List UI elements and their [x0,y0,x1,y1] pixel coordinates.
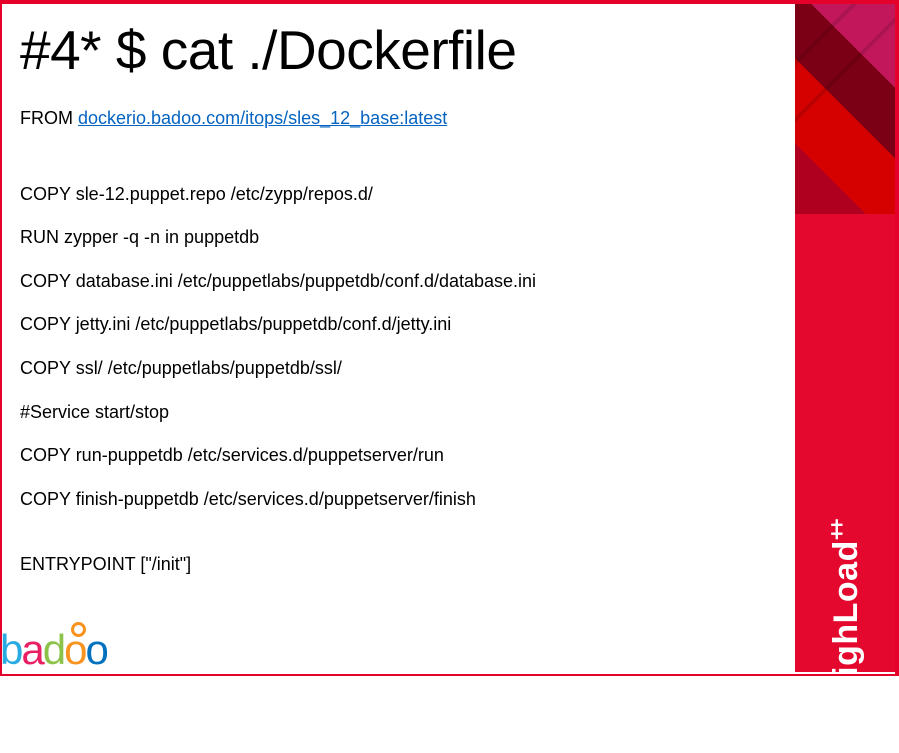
dockerfile-line: RUN zypper -q -n in puppetdb [20,227,779,249]
logo-letter-d: d [43,626,64,673]
highload-bars-icon [827,715,863,753]
from-image-link[interactable]: dockerio.badoo.com/itops/sles_12_base:la… [78,108,447,128]
dockerfile-body: COPY sle-12.puppet.repo /etc/zypp/repos.… [20,184,779,511]
brand-name: HighLoad [827,540,865,701]
badoo-logo: badoo [0,626,107,674]
from-keyword: FROM [20,108,78,128]
dockerfile-from: FROM dockerio.badoo.com/itops/sles_12_ba… [20,108,779,130]
logo-letter-o2: o [85,626,106,673]
brand-plus: ++ [824,522,849,540]
dockerfile-line: #Service start/stop [20,402,779,424]
dockerfile-line: COPY ssl/ /etc/puppetlabs/puppetdb/ssl/ [20,358,779,380]
slide-content: #4* $ cat ./Dockerfile FROM dockerio.bad… [20,18,779,598]
logo-letter-b: b [0,626,21,673]
sidebar: HighLoad++ [795,4,895,672]
dockerfile-line: COPY database.ini /etc/puppetlabs/puppet… [20,271,779,293]
dockerfile-line: COPY run-puppetdb /etc/services.d/puppet… [20,445,779,467]
logo-letter-a: a [21,626,42,673]
dockerfile-line: COPY finish-puppetdb /etc/services.d/pup… [20,489,779,511]
dockerfile-line: COPY jetty.ini /etc/puppetlabs/puppetdb/… [20,314,779,336]
sidebar-decoration [795,4,895,214]
brand-text: HighLoad++ [824,522,865,700]
dockerfile-line: COPY sle-12.puppet.repo /etc/zypp/repos.… [20,184,779,206]
dockerfile-entrypoint: ENTRYPOINT ["/init"] [20,554,779,576]
logo-letter-o1: o [64,626,85,673]
sidebar-brand: HighLoad++ [795,214,895,672]
slide-title: #4* $ cat ./Dockerfile [20,18,779,82]
